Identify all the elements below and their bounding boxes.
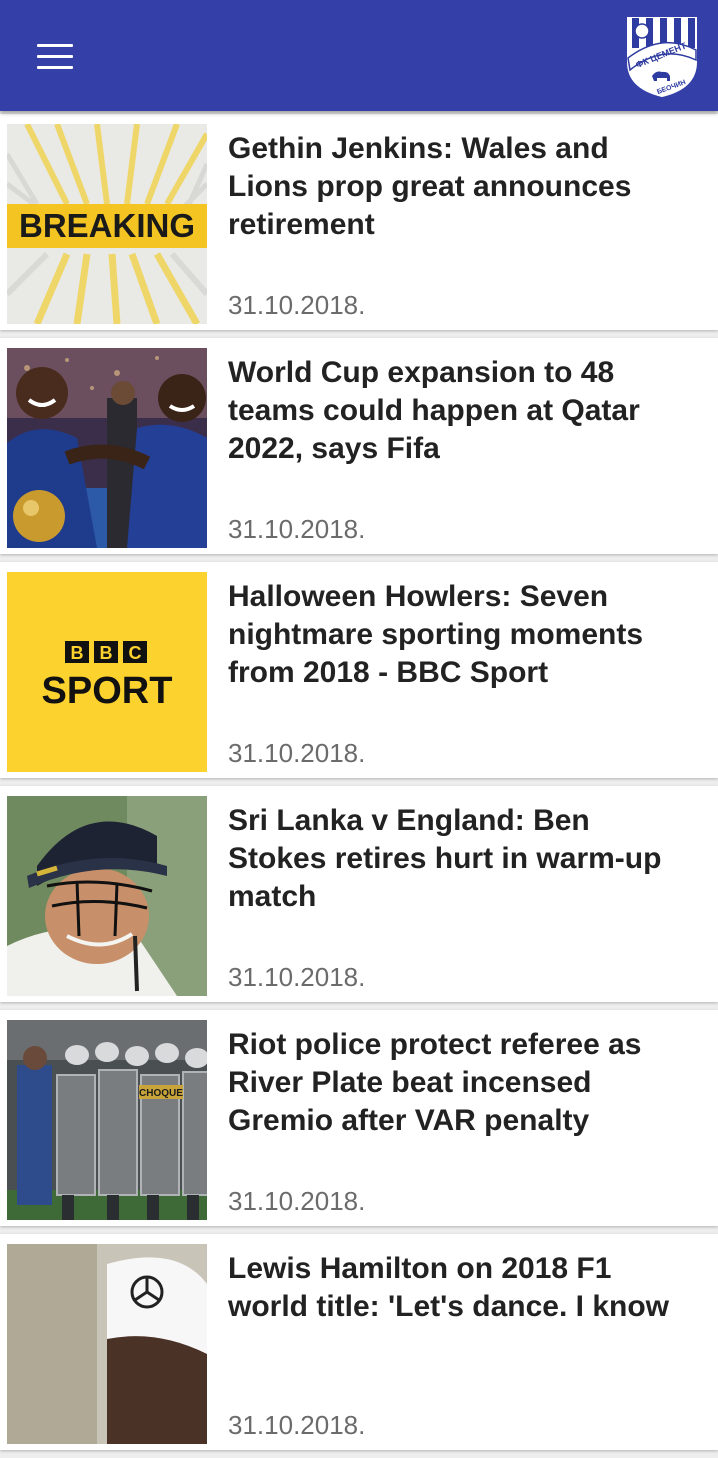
article-title: Gethin Jenkins: Wales and Lions prop gre…: [228, 132, 632, 241]
hamburger-menu-icon[interactable]: [24, 30, 86, 82]
breaking-news-image: BREAKING: [7, 124, 207, 324]
club-crest-logo[interactable]: ФК ЦЕМЕНТ БЕОЧИН: [622, 14, 702, 98]
article-title: Lewis Hamilton on 2018 F1 world title: '…: [228, 1252, 669, 1323]
menu-line: [37, 43, 73, 47]
article-date: 31.10.2018.: [228, 1410, 366, 1440]
article-date: 31.10.2018.: [228, 290, 366, 320]
article-title: Halloween Howlers: Seven nightmare sport…: [228, 580, 644, 689]
bbc-letter: B: [71, 643, 84, 663]
article-title: World Cup expansion to 48 teams could ha…: [228, 356, 640, 465]
article-date: 31.10.2018.: [228, 962, 366, 992]
article-date: 31.10.2018.: [228, 514, 366, 544]
news-card[interactable]: World Cup expansion to 48 teams could ha…: [0, 338, 718, 554]
hamilton-photo: [7, 1244, 207, 1444]
breaking-label: BREAKING: [19, 207, 195, 244]
bbc-sport-logo-image: B B C SPORT: [7, 572, 207, 772]
menu-line: [37, 54, 73, 58]
article-date: 31.10.2018.: [228, 738, 366, 768]
app-bar: ФК ЦЕМЕНТ БЕОЧИН: [0, 0, 718, 111]
news-card[interactable]: BREAKING Gethin Jenkins: Wales and Lions…: [0, 114, 718, 330]
news-card[interactable]: CHOQUE Riot police protect referee as Ri…: [0, 1010, 718, 1226]
bbc-letter: C: [129, 643, 142, 663]
menu-line: [37, 65, 73, 69]
shield-text: CHOQUE: [139, 1088, 183, 1099]
sport-label: SPORT: [42, 670, 173, 712]
cricketer-helmet-photo: [7, 796, 207, 996]
news-feed: BREAKING Gethin Jenkins: Wales and Lions…: [0, 114, 718, 1458]
news-card[interactable]: B B C SPORT Halloween Howlers: Seven nig…: [0, 562, 718, 778]
news-card[interactable]: Sri Lanka v England: Ben Stokes retires …: [0, 786, 718, 1002]
news-card[interactable]: Lewis Hamilton on 2018 F1 world title: '…: [0, 1234, 718, 1450]
article-title: Riot police protect referee as River Pla…: [228, 1028, 642, 1137]
article-date: 31.10.2018.: [228, 1186, 366, 1216]
france-players-photo: [7, 348, 207, 548]
riot-police-photo: CHOQUE: [7, 1020, 207, 1220]
article-title: Sri Lanka v England: Ben Stokes retires …: [228, 804, 662, 913]
bbc-letter: B: [100, 643, 113, 663]
